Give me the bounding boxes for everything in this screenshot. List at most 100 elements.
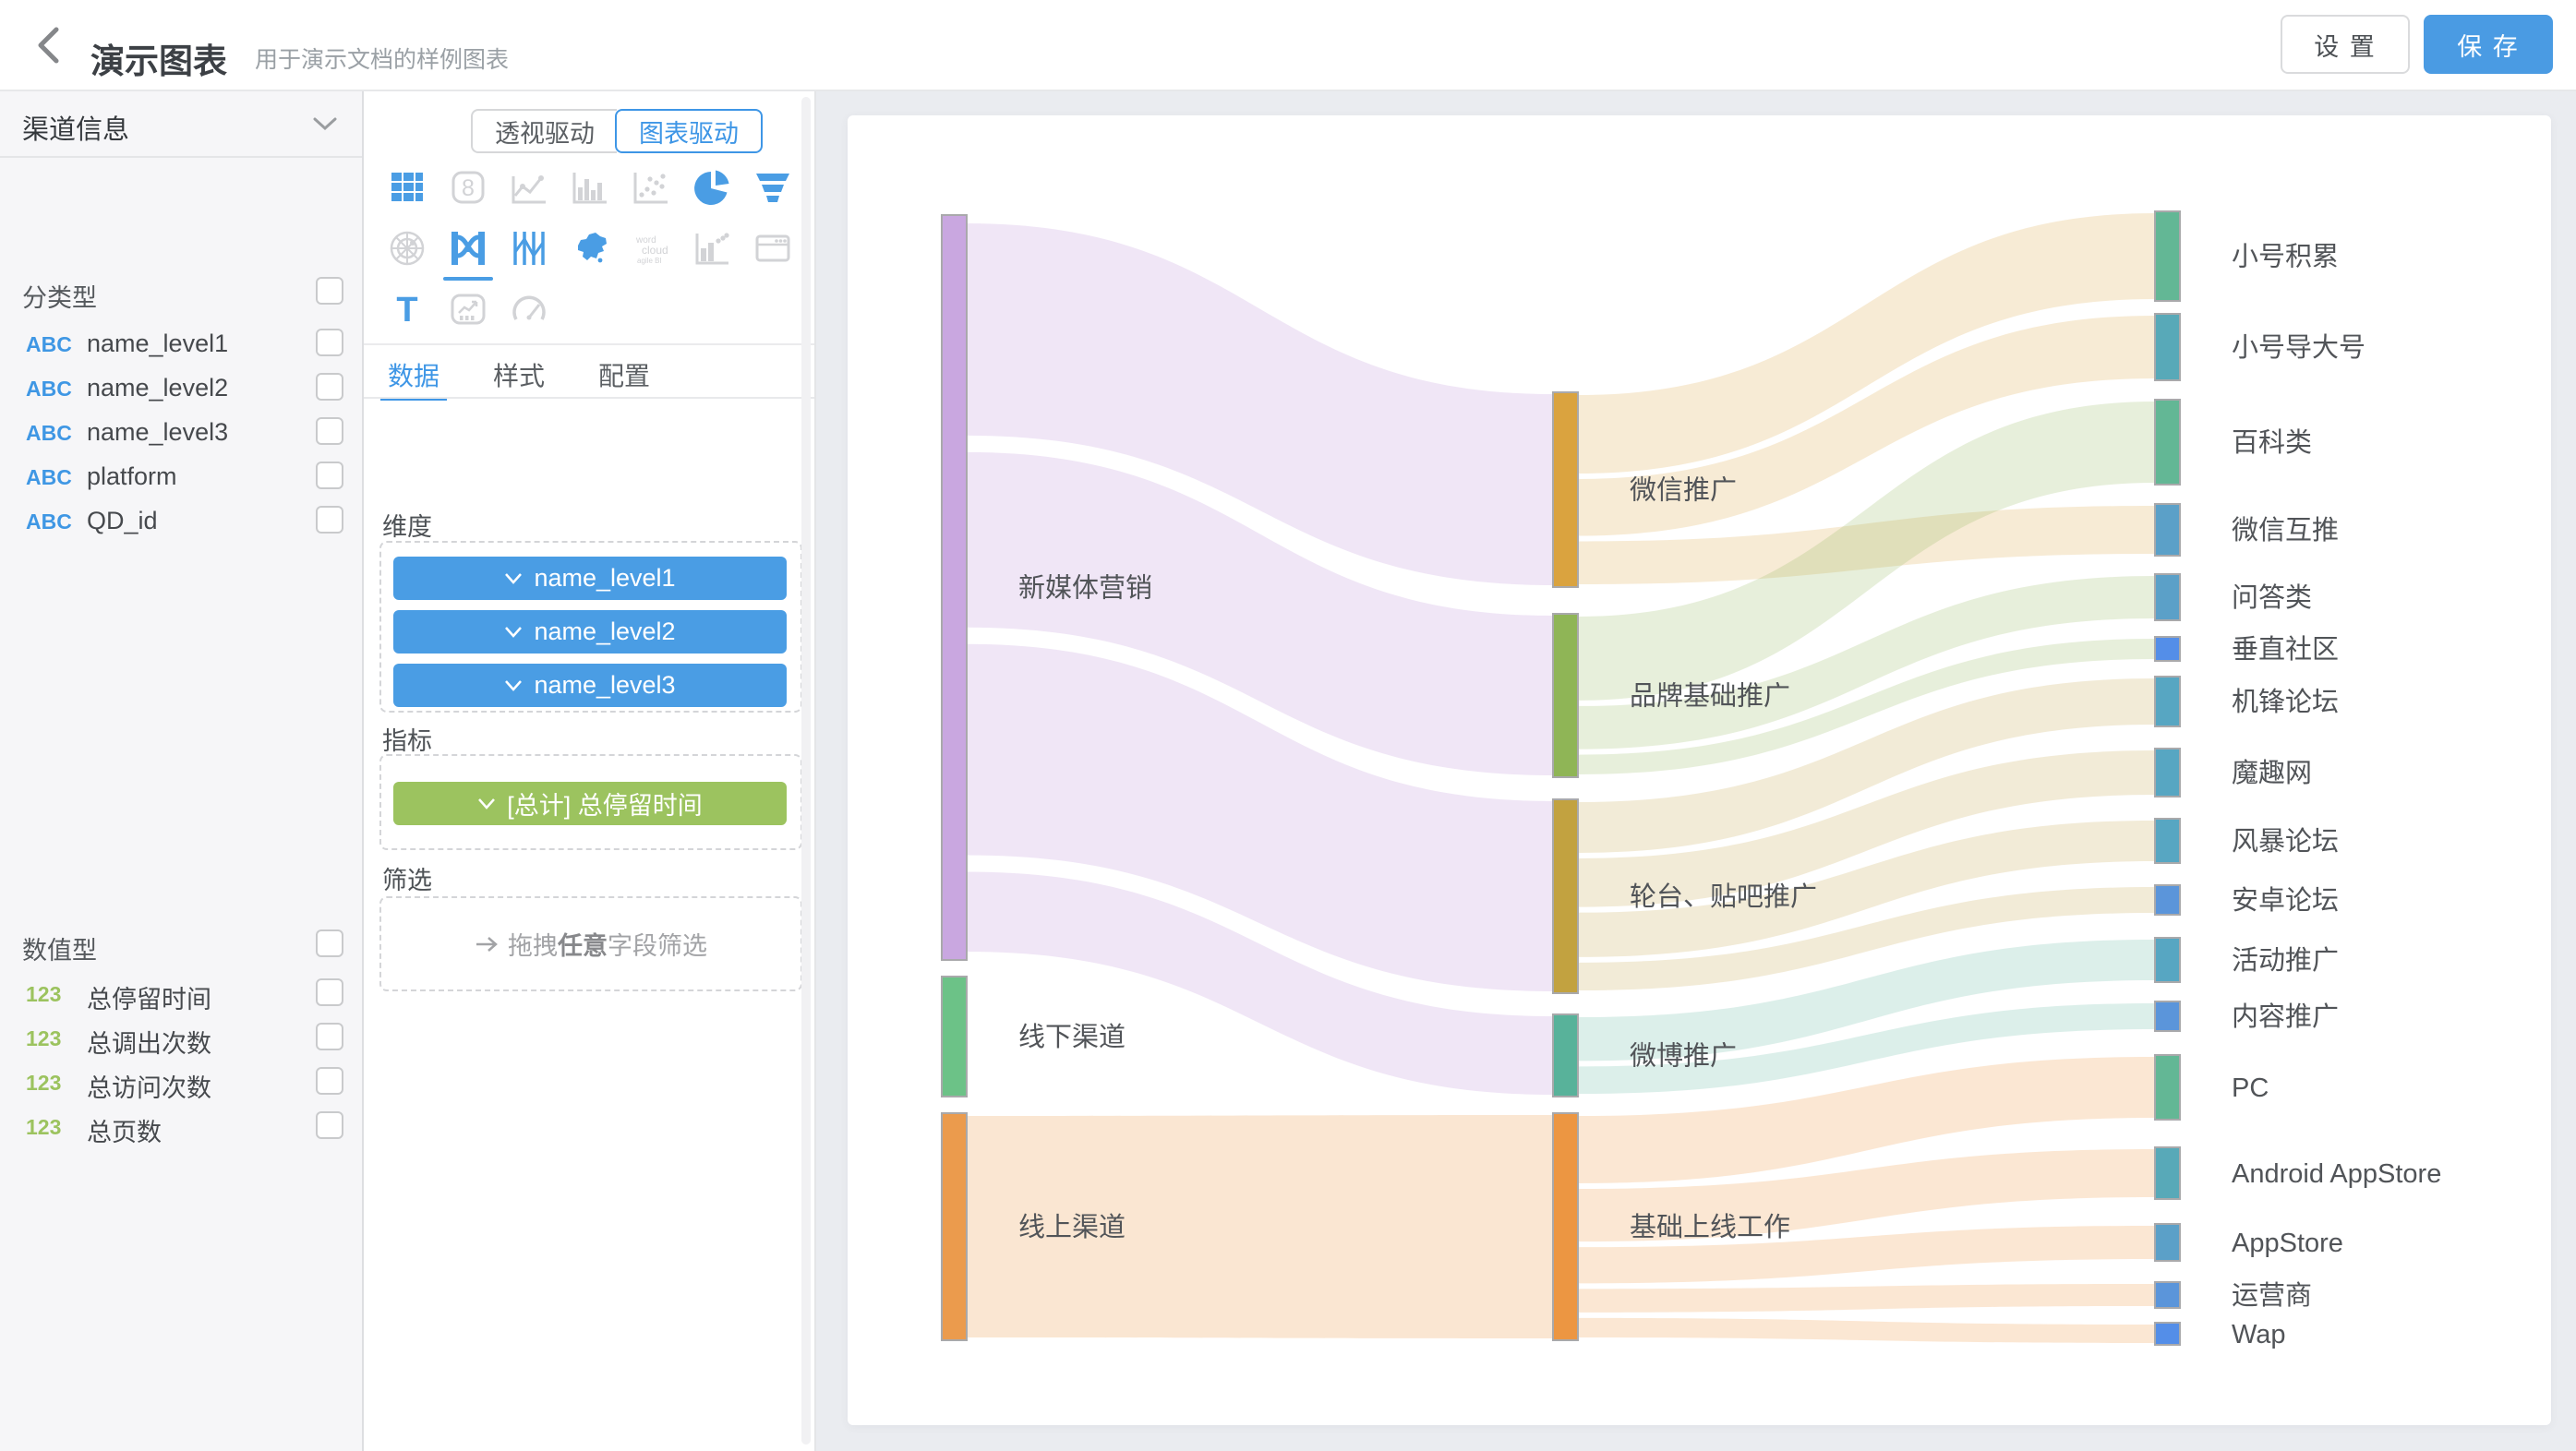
bar-chart-icon[interactable] — [560, 157, 620, 218]
sankey-node — [2155, 938, 2180, 982]
tab-data[interactable]: 数据 — [388, 356, 439, 399]
field-checkbox[interactable] — [316, 329, 343, 356]
arrow-right-icon — [475, 935, 499, 953]
field-checkbox[interactable] — [316, 462, 343, 489]
dimension-pill-name_level3[interactable]: name_level3 — [393, 664, 787, 707]
kpi-card-icon[interactable]: 8 — [438, 157, 499, 218]
sankey-node-label: 百科类 — [2232, 427, 2312, 458]
field-checkbox[interactable] — [316, 506, 343, 534]
sankey-node — [2155, 504, 2180, 556]
sankey-node — [1553, 1113, 1578, 1340]
field-total-stay-time[interactable]: 123 总停留时间 — [0, 971, 362, 1015]
sankey-node-label: 微信互推 — [2232, 515, 2339, 546]
sankey-chart[interactable]: 新媒体营销线下渠道线上渠道微信推广品牌基础推广轮台、贴吧推广微博推广基础上线工作… — [848, 115, 2551, 1425]
sankey-node-label: 基础上线工作 — [1630, 1212, 1790, 1242]
text-type-icon: ABC — [26, 377, 78, 402]
dataset-name: 渠道信息 — [22, 108, 129, 147]
sankey-link — [1578, 1284, 2155, 1313]
field-checkbox[interactable] — [316, 1067, 343, 1095]
settings-button[interactable]: 设 置 — [2281, 15, 2410, 74]
sankey-node — [2155, 211, 2180, 301]
field-total-callouts[interactable]: 123 总调出次数 — [0, 1015, 362, 1060]
dimension-dropzone[interactable]: name_level1 name_level2 name_level3 — [379, 541, 802, 713]
panel-scrollbar[interactable] — [801, 97, 811, 1445]
field-name_level1[interactable]: ABC name_level1 — [0, 321, 362, 366]
field-total-pages[interactable]: 123 总页数 — [0, 1104, 362, 1148]
kpi-chart-icon[interactable] — [438, 279, 499, 340]
filter-placeholder: 拖拽任意字段筛选 — [381, 898, 800, 989]
field-name_level3[interactable]: ABC name_level3 — [0, 410, 362, 454]
word-cloud-icon[interactable]: word cloud agile BI — [620, 218, 681, 279]
tab-config[interactable]: 配置 — [598, 356, 650, 399]
dataset-selector[interactable]: 渠道信息 — [0, 91, 362, 158]
field-platform[interactable]: ABC platform — [0, 454, 362, 498]
sankey-chart-icon[interactable] — [438, 218, 499, 279]
field-total-visits[interactable]: 123 总访问次数 — [0, 1060, 362, 1104]
metric-dropzone[interactable]: [总计] 总停留时间 — [379, 754, 802, 850]
sankey-node-label: 运营商 — [2232, 1280, 2312, 1311]
field-checkbox[interactable] — [316, 978, 343, 1006]
china-map-icon[interactable] — [560, 218, 620, 279]
sankey-node — [1553, 392, 1578, 587]
field-checkbox[interactable] — [316, 417, 343, 445]
mode-chart-driven[interactable]: 图表驱动 — [615, 109, 763, 153]
sankey-node — [2155, 885, 2180, 915]
sankey-node — [2155, 1001, 2180, 1031]
number-type-icon: 123 — [26, 1071, 78, 1096]
sankey-node-label: Wap — [2232, 1320, 2286, 1349]
filter-dropzone[interactable]: 拖拽任意字段筛选 — [379, 896, 802, 991]
metric-label: 指标 — [382, 721, 432, 757]
funnel-chart-icon[interactable] — [742, 157, 803, 218]
sankey-node-label: 小号积累 — [2232, 243, 2339, 272]
field-checkbox[interactable] — [316, 1111, 343, 1139]
category-section-checkbox[interactable] — [316, 277, 343, 305]
sankey-node-label: 品牌基础推广 — [1630, 681, 1790, 712]
chevron-down-icon — [504, 626, 523, 638]
sankey-node-label: 机锋论坛 — [2232, 687, 2339, 717]
radar-chart-icon[interactable] — [377, 218, 438, 279]
line-chart-icon[interactable] — [499, 157, 560, 218]
numeric-section-checkbox[interactable] — [316, 929, 343, 957]
chevron-down-icon — [312, 115, 338, 137]
field-checkbox[interactable] — [316, 1023, 343, 1050]
sankey-node-label: Android AppStore — [2232, 1159, 2441, 1189]
metric-pill-total-stay-time[interactable]: [总计] 总停留时间 — [393, 782, 787, 825]
sankey-node-label: 线上渠道 — [1018, 1212, 1125, 1242]
sankey-node-label: 轮台、贴吧推广 — [1630, 881, 1817, 912]
number-type-icon: 123 — [26, 1026, 78, 1051]
sankey-node — [2155, 819, 2180, 863]
table-chart-icon[interactable] — [377, 157, 438, 218]
number-type-icon: 123 — [26, 1115, 78, 1140]
mode-pivot-driven[interactable]: 透视驱动 — [471, 109, 617, 153]
pie-chart-icon[interactable] — [681, 157, 742, 218]
number-type-icon: 123 — [26, 982, 78, 1007]
combo-chart-icon[interactable] — [681, 218, 742, 279]
dimension-pill-name_level2[interactable]: name_level2 — [393, 610, 787, 654]
field-name_level2[interactable]: ABC name_level2 — [0, 366, 362, 410]
iframe-widget-icon[interactable] — [742, 218, 803, 279]
tab-style[interactable]: 样式 — [493, 356, 545, 399]
sankey-node — [2155, 1224, 2180, 1261]
sankey-node-label: PC — [2232, 1073, 2269, 1103]
sankey-node — [942, 977, 967, 1097]
text-widget-icon[interactable]: T — [377, 279, 438, 340]
mode-toggle: 透视驱动 图表驱动 — [471, 109, 763, 153]
text-type-icon: ABC — [26, 510, 78, 534]
sankey-node-label: 新媒体营销 — [1018, 573, 1152, 604]
parallel-chart-icon[interactable] — [499, 218, 560, 279]
divider — [364, 343, 814, 345]
divider — [364, 397, 814, 399]
sankey-link — [1578, 1318, 2155, 1343]
dimension-pill-name_level1[interactable]: name_level1 — [393, 557, 787, 600]
back-button[interactable] — [26, 20, 76, 70]
sankey-node-label: 线下渠道 — [1018, 1022, 1125, 1052]
field-QD_id[interactable]: ABC QD_id — [0, 498, 362, 543]
dimension-label: 维度 — [382, 507, 432, 543]
gauge-chart-icon[interactable] — [499, 279, 560, 340]
field-checkbox[interactable] — [316, 373, 343, 401]
save-button[interactable]: 保 存 — [2424, 15, 2553, 74]
page-subtitle: 用于演示文档的样例图表 — [255, 42, 509, 75]
chart-config-panel: 透视驱动 图表驱动 8 — [364, 91, 816, 1451]
scatter-plot-icon[interactable] — [620, 157, 681, 218]
sankey-node-label: 安卓论坛 — [2232, 885, 2339, 916]
